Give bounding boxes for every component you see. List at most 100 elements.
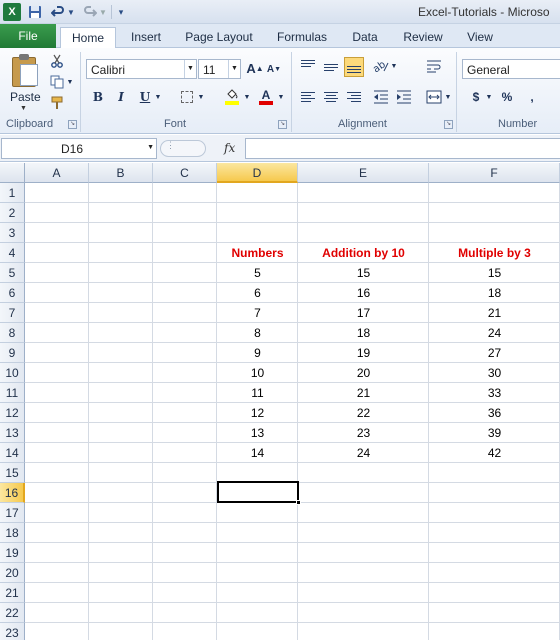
font-launcher-icon[interactable]: ↘ [278,120,287,129]
cut-icon[interactable] [48,53,66,69]
bold-button[interactable]: B [89,88,107,106]
tab-page-layout[interactable]: Page Layout [180,27,258,48]
row-header-8[interactable]: 8 [0,323,25,343]
tab-insert[interactable]: Insert [124,27,168,48]
align-bottom-button[interactable] [344,57,364,77]
row-header-22[interactable]: 22 [0,603,25,623]
fill-color-button[interactable] [222,88,242,106]
font-color-button[interactable]: A [256,88,276,106]
table-cell[interactable]: 16 [298,283,429,303]
table-cell[interactable]: 14 [217,443,298,463]
row-header-23[interactable]: 23 [0,623,25,640]
select-all-button[interactable] [0,163,25,183]
row-header-17[interactable]: 17 [0,503,25,523]
table-cell[interactable]: 17 [298,303,429,323]
format-painter-icon[interactable] [48,95,66,111]
row-header-10[interactable]: 10 [0,363,25,383]
chevron-down-icon[interactable]: ▼ [184,60,196,78]
orientation-dropdown-icon[interactable]: ▼ [390,57,398,75]
table-cell[interactable]: 20 [298,363,429,383]
copy-icon[interactable] [48,74,66,90]
chevron-down-icon[interactable]: ▼ [228,60,240,78]
table-cell[interactable]: 6 [217,283,298,303]
row-header-18[interactable]: 18 [0,523,25,543]
shrink-font-button[interactable]: A ▼ [266,61,282,77]
save-icon[interactable] [27,3,43,21]
paste-icon[interactable] [10,54,40,88]
column-header-f[interactable]: F [429,163,560,183]
excel-logo-icon[interactable]: X [3,3,21,21]
row-header-20[interactable]: 20 [0,563,25,583]
column-header-d[interactable]: D [217,163,298,183]
table-cell[interactable]: 15 [429,263,560,283]
table-cell[interactable]: 5 [217,263,298,283]
table-cell[interactable]: 33 [429,383,560,403]
font-size-select[interactable]: 11 ▼ [198,59,241,79]
tab-review[interactable]: Review [400,27,446,48]
font-color-dropdown-icon[interactable]: ▼ [277,88,285,106]
column-header-b[interactable]: B [89,163,153,183]
column-header-e[interactable]: E [298,163,429,183]
row-header-4[interactable]: 4 [0,243,25,263]
table-cell[interactable]: 10 [217,363,298,383]
undo-icon[interactable] [50,3,66,21]
row-header-12[interactable]: 12 [0,403,25,423]
row-header-9[interactable]: 9 [0,343,25,363]
percent-button[interactable]: % [498,88,516,106]
customize-qat-icon[interactable]: ▾ [116,3,126,21]
paste-dropdown-icon[interactable]: ▼ [20,105,27,112]
worksheet-grid[interactable]: ABCDEF 1 2 3 4 5 6 7 8 9 10 11 12 13 14 15 16 17 18 19 20 21… [0,163,560,640]
number-format-select[interactable]: General [462,59,560,79]
table-cell[interactable]: 24 [429,323,560,343]
clipboard-launcher-icon[interactable]: ↘ [68,120,77,129]
table-cell[interactable]: 8 [217,323,298,343]
tab-formulas[interactable]: Formulas [272,27,332,48]
table-cell[interactable]: 30 [429,363,560,383]
table-cell[interactable]: 9 [217,343,298,363]
insert-function-button[interactable]: fx [224,141,235,155]
paste-button-label[interactable]: Paste [10,90,41,104]
row-header-3[interactable]: 3 [0,223,25,243]
table-header-cell[interactable]: Numbers [217,243,298,263]
alignment-launcher-icon[interactable]: ↘ [444,120,453,129]
fill-color-dropdown-icon[interactable]: ▼ [243,88,251,106]
table-cell[interactable]: 27 [429,343,560,363]
chevron-down-icon[interactable]: ▼ [147,144,154,151]
comma-style-button[interactable]: , [524,88,540,106]
row-header-1[interactable]: 1 [0,183,25,203]
row-header-6[interactable]: 6 [0,283,25,303]
align-top-button[interactable] [298,57,318,75]
row-header-5[interactable]: 5 [0,263,25,283]
font-name-select[interactable]: Calibri ▼ [86,59,197,79]
table-cell[interactable]: 23 [298,423,429,443]
merge-dropdown-icon[interactable]: ▼ [444,88,452,106]
table-cell[interactable]: 22 [298,403,429,423]
table-cell[interactable]: 42 [429,443,560,463]
decrease-indent-button[interactable] [371,88,391,106]
table-cell[interactable]: 18 [298,323,429,343]
table-cell[interactable]: 21 [429,303,560,323]
row-header-15[interactable]: 15 [0,463,25,483]
fill-handle[interactable] [296,500,301,505]
table-cell[interactable]: 24 [298,443,429,463]
align-middle-button[interactable] [321,57,341,75]
table-cell[interactable]: 11 [217,383,298,403]
row-header-11[interactable]: 11 [0,383,25,403]
table-cell[interactable]: 18 [429,283,560,303]
table-cell[interactable]: 21 [298,383,429,403]
tab-view[interactable]: View [462,27,498,48]
table-cell[interactable]: 7 [217,303,298,323]
table-cell[interactable]: 36 [429,403,560,423]
row-header-19[interactable]: 19 [0,543,25,563]
undo-dropdown-icon[interactable]: ▼ [67,3,75,21]
borders-dropdown-icon[interactable]: ▼ [197,88,205,106]
borders-button[interactable] [178,88,196,106]
row-header-7[interactable]: 7 [0,303,25,323]
tab-home[interactable]: Home [60,27,116,49]
table-cell[interactable]: 19 [298,343,429,363]
tab-file[interactable]: File [0,24,56,48]
orientation-button[interactable]: ab [372,57,390,75]
table-cell[interactable]: 12 [217,403,298,423]
column-header-a[interactable]: A [25,163,89,183]
align-center-button[interactable] [321,88,341,106]
